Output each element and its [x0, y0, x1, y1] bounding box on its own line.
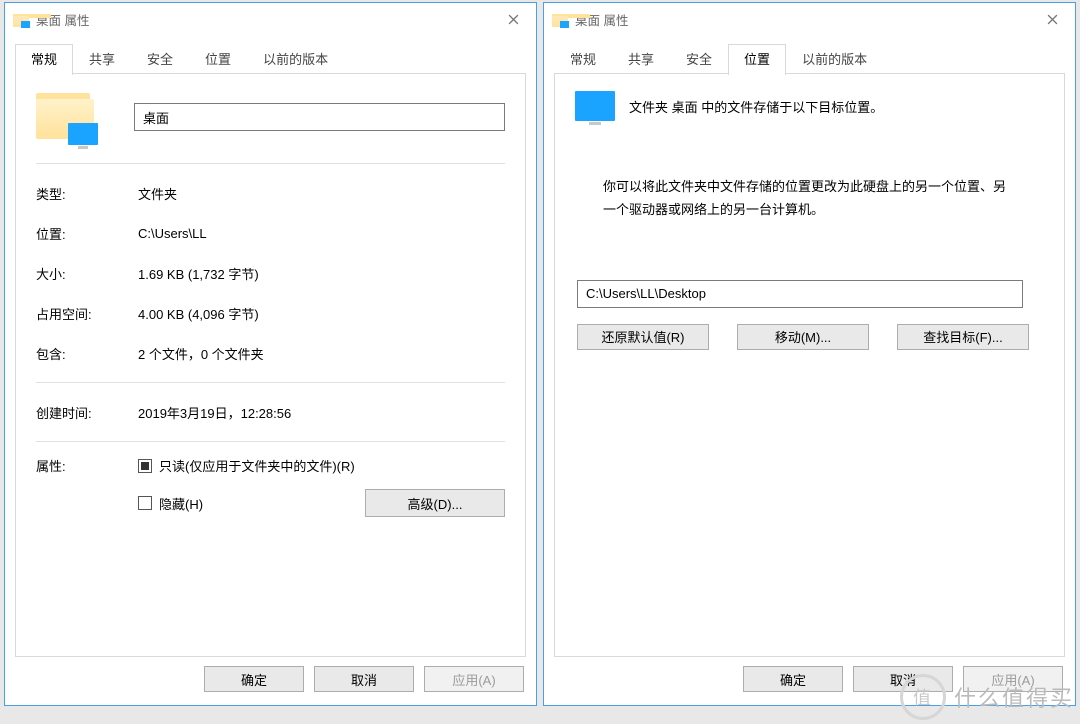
location-path-input[interactable]: C:\Users\LL\Desktop [577, 280, 1023, 308]
folder-desktop-icon [13, 11, 29, 27]
properties-dialog-general: 桌面 属性 常规 共享 安全 位置 以前的版本 桌面 [4, 2, 537, 706]
stage: 桌面 属性 常规 共享 安全 位置 以前的版本 桌面 [0, 0, 1080, 724]
tabpage-location: 文件夹 桌面 中的文件存储于以下目标位置。 你可以将此文件夹中文件存储的位置更改… [554, 73, 1065, 657]
desktop-icon [575, 91, 615, 125]
label-location: 位置: [36, 224, 138, 243]
tab-sharing[interactable]: 共享 [73, 44, 131, 75]
find-target-button[interactable]: 查找目标(F)... [897, 324, 1029, 350]
label-type: 类型: [36, 184, 138, 203]
label-created: 创建时间: [36, 403, 138, 422]
tabpage-general: 桌面 类型:文件夹 位置:C:\Users\LL 大小:1.69 KB (1,7… [15, 73, 526, 657]
advanced-button[interactable]: 高级(D)... [365, 489, 505, 517]
separator [36, 382, 505, 383]
label-hidden: 隐藏(H) [159, 494, 203, 513]
dialog-buttons: 确定 取消 应用(A) [5, 663, 536, 695]
label-readonly: 只读(仅应用于文件夹中的文件)(R) [159, 456, 355, 475]
cancel-button[interactable]: 取消 [853, 666, 953, 692]
value-size-on-disk: 4.00 KB (4,096 字节) [138, 304, 505, 323]
properties-dialog-location: 桌面 属性 常规 共享 安全 位置 以前的版本 文件夹 桌面 中的文件存储于以下… [543, 2, 1076, 706]
tab-security[interactable]: 安全 [670, 44, 728, 75]
close-icon [1047, 14, 1058, 25]
value-created: 2019年3月19日，12:28:56 [138, 403, 505, 422]
checkbox-hidden[interactable] [138, 496, 152, 510]
window-title: 桌面 属性 [575, 10, 628, 29]
titlebar[interactable]: 桌面 属性 [5, 3, 536, 35]
checkbox-readonly[interactable] [138, 459, 152, 473]
folder-name-input[interactable]: 桌面 [134, 103, 505, 131]
tabstrip: 常规 共享 安全 位置 以前的版本 [15, 43, 526, 74]
close-button[interactable] [490, 3, 536, 35]
value-type: 文件夹 [138, 184, 505, 203]
tab-location[interactable]: 位置 [728, 44, 786, 75]
separator [36, 441, 505, 442]
cancel-button[interactable]: 取消 [314, 666, 414, 692]
folder-large-icon [34, 91, 96, 143]
folder-desktop-icon [552, 11, 568, 27]
client-area: 常规 共享 安全 位置 以前的版本 文件夹 桌面 中的文件存储于以下目标位置。 … [554, 43, 1065, 657]
ok-button[interactable]: 确定 [743, 666, 843, 692]
tab-previous-versions[interactable]: 以前的版本 [786, 44, 883, 75]
tabstrip: 常规 共享 安全 位置 以前的版本 [554, 43, 1065, 74]
value-location: C:\Users\LL [138, 226, 505, 241]
label-size-on-disk: 占用空间: [36, 304, 138, 323]
restore-default-button[interactable]: 还原默认值(R) [577, 324, 709, 350]
value-contains: 2 个文件，0 个文件夹 [138, 344, 505, 363]
location-description: 你可以将此文件夹中文件存储的位置更改为此硬盘上的另一个位置、另一个驱动器或网络上… [603, 175, 1016, 222]
apply-button[interactable]: 应用(A) [963, 666, 1063, 692]
tab-previous-versions[interactable]: 以前的版本 [247, 44, 344, 75]
client-area: 常规 共享 安全 位置 以前的版本 桌面 类型:文件夹 位置:C:\Users\… [15, 43, 526, 657]
apply-button[interactable]: 应用(A) [424, 666, 524, 692]
tab-location[interactable]: 位置 [189, 44, 247, 75]
ok-button[interactable]: 确定 [204, 666, 304, 692]
label-size: 大小: [36, 264, 138, 283]
tab-general[interactable]: 常规 [554, 44, 612, 75]
window-title: 桌面 属性 [36, 10, 89, 29]
move-button[interactable]: 移动(M)... [737, 324, 869, 350]
tab-security[interactable]: 安全 [131, 44, 189, 75]
close-button[interactable] [1029, 3, 1075, 35]
value-size: 1.69 KB (1,732 字节) [138, 264, 505, 283]
tab-sharing[interactable]: 共享 [612, 44, 670, 75]
separator [36, 163, 505, 164]
close-icon [508, 14, 519, 25]
dialog-buttons: 确定 取消 应用(A) [544, 663, 1075, 695]
tab-general[interactable]: 常规 [15, 44, 73, 75]
label-attributes: 属性: [36, 456, 138, 475]
location-heading: 文件夹 桌面 中的文件存储于以下目标位置。 [629, 98, 883, 119]
titlebar[interactable]: 桌面 属性 [544, 3, 1075, 35]
label-contains: 包含: [36, 344, 138, 363]
